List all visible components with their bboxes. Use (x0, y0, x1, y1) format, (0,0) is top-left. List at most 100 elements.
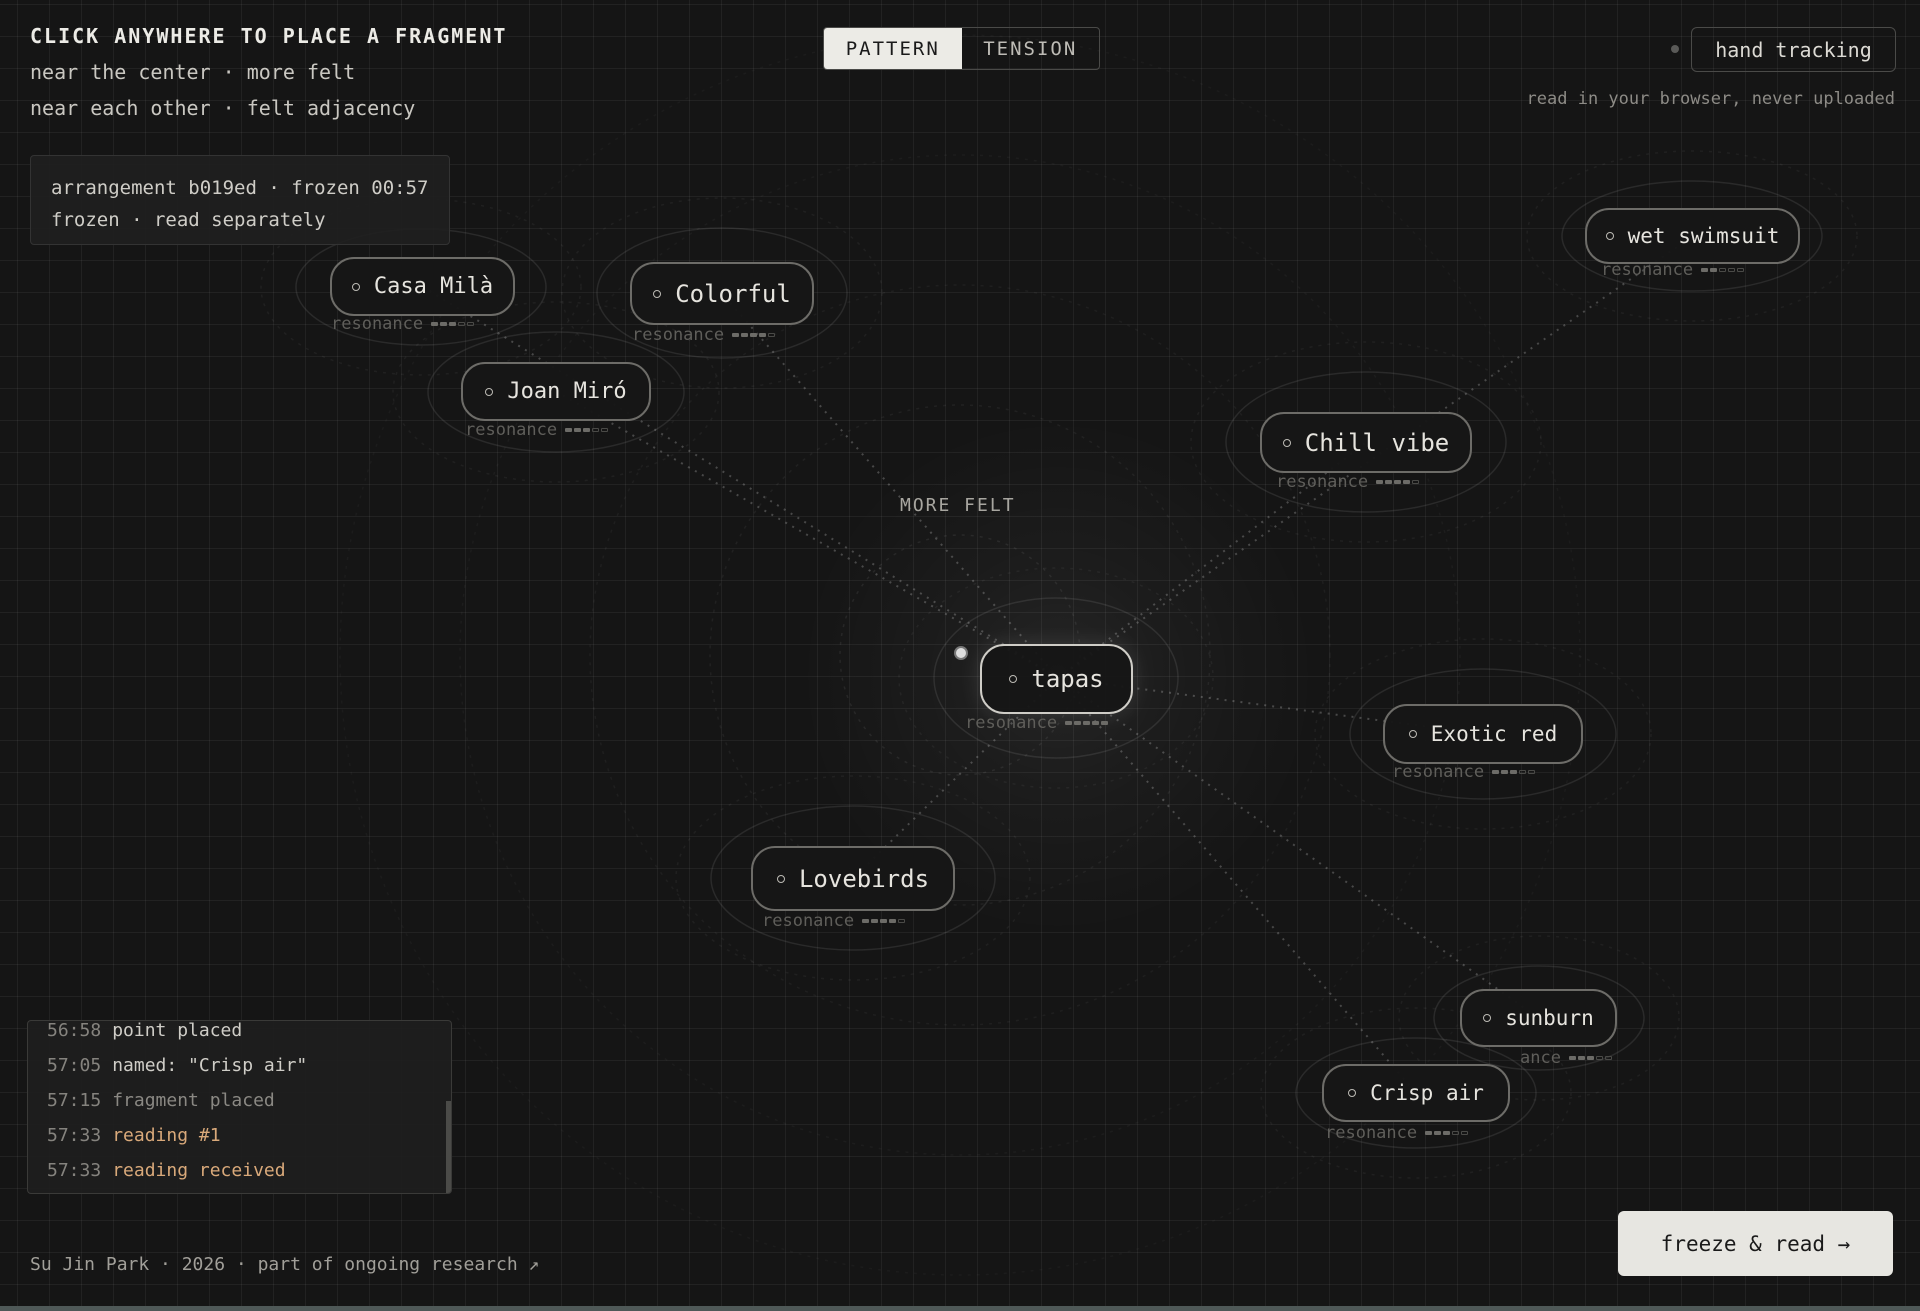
hand-tracking-button[interactable]: hand tracking (1691, 27, 1896, 72)
resonance-bar (880, 919, 888, 923)
resonance-bar (592, 428, 600, 432)
fragment-dot-icon (1483, 1014, 1492, 1022)
adjacency-line (555, 390, 1059, 679)
resonance-bars (862, 919, 906, 923)
resonance-bar (1065, 721, 1073, 725)
adjacency-line (721, 292, 1059, 679)
resonance-bar (1528, 770, 1536, 774)
fragment-label: Crisp air (1370, 1081, 1484, 1105)
resonance-meter: resonance (1601, 260, 1745, 280)
resonance-bars (565, 428, 609, 432)
fragment-dot-icon (1282, 438, 1291, 447)
resonance-label: resonance (1325, 1123, 1418, 1143)
fragment-dot-icon (653, 289, 662, 298)
fragment-chip[interactable]: Lovebirds (751, 846, 955, 911)
mode-pattern-button[interactable]: PATTERN (824, 28, 962, 69)
resonance-bar (574, 428, 582, 432)
fragment-label: Joan Miró (507, 379, 627, 404)
resonance-bar (1501, 770, 1509, 774)
center-axis-label: MORE FELT (900, 495, 1016, 516)
log-entry: 57:15 fragment placed (47, 1083, 307, 1118)
resonance-meter: resonance (1392, 762, 1536, 782)
resonance-bar (1452, 1131, 1460, 1135)
canvas-field[interactable]: CLICK ANYWHERE TO PLACE A FRAGMENT near … (0, 0, 1920, 1311)
resonance-bar (871, 919, 879, 923)
fragment-chip[interactable]: sunburn (1460, 989, 1617, 1047)
resonance-bars (1492, 770, 1536, 774)
resonance-bar (440, 322, 448, 326)
resonance-bar (1443, 1131, 1451, 1135)
mode-tension-button[interactable]: TENSION (962, 28, 1100, 69)
event-log-scrollbar[interactable] (446, 1101, 451, 1193)
resonance-bars (431, 322, 475, 326)
instructions-line-adjacency: near each other · felt adjacency (30, 96, 416, 120)
resonance-bar (889, 919, 897, 923)
resonance-bar (741, 333, 749, 337)
freeze-read-button[interactable]: freeze & read → (1618, 1211, 1893, 1276)
event-log[interactable]: 56:58 point placed 57:05 named: "Crisp air"… (27, 1020, 452, 1194)
privacy-note: read in your browser, never uploaded (1526, 89, 1895, 109)
fragment-dot-icon (485, 387, 494, 396)
resonance-bar (1434, 1131, 1442, 1135)
credit-link[interactable]: Su Jin Park · 2026 · part of ongoing res… (30, 1254, 539, 1275)
fragment-dot-icon (1408, 730, 1417, 738)
log-entry-time: 57:33 (47, 1160, 102, 1181)
adjacency-line (1057, 677, 1417, 1094)
log-entry: 57:05 named: "Crisp air" (47, 1048, 307, 1083)
resonance-label: resonance (1601, 260, 1694, 280)
log-entry: 57:33 reading #1 (47, 1118, 307, 1153)
arrangement-id: arrangement b019ed · frozen 00:57 (51, 177, 429, 199)
fragment-chip[interactable]: Casa Milà (330, 257, 515, 316)
adjacency-line (421, 285, 1059, 679)
event-log-rows: 56:58 point placed 57:05 named: "Crisp air"… (47, 1021, 307, 1188)
resonance-label: ance (1520, 1048, 1561, 1068)
resonance-bar (1101, 721, 1109, 725)
resonance-meter: resonance (331, 314, 475, 334)
resonance-bar (1728, 268, 1736, 272)
fragment-label: Chill vibe (1304, 428, 1450, 457)
fragment-label: Colorful (675, 279, 791, 308)
resonance-bars (1425, 1131, 1469, 1135)
fragment-label: Casa Milà (373, 274, 494, 299)
fragment-chip[interactable]: Chill vibe (1260, 412, 1472, 473)
resonance-meter: resonance (632, 325, 776, 345)
fragment-dot-icon (776, 874, 785, 883)
resonance-bar (1092, 721, 1100, 725)
resonance-bar (1403, 480, 1411, 484)
log-entry: 56:58 point placed (47, 1021, 307, 1048)
resonance-bar (898, 919, 906, 923)
instructions-line-center: near the center · more felt (30, 60, 356, 84)
resonance-bar (449, 322, 457, 326)
resonance-bars (1376, 480, 1420, 484)
resonance-bar (1412, 480, 1420, 484)
resonance-bar (1492, 770, 1500, 774)
fragment-chip[interactable]: Colorful (630, 262, 814, 325)
log-entry-message: fragment placed (112, 1090, 275, 1111)
fragment-chip[interactable]: Joan Miró (461, 362, 651, 421)
resonance-bars (1065, 721, 1109, 725)
resonance-bar (1737, 268, 1745, 272)
resonance-bar (1586, 1056, 1594, 1060)
resonance-bar (759, 333, 767, 337)
resonance-label: resonance (331, 314, 424, 334)
resonance-label: resonance (762, 911, 855, 931)
resonance-label: resonance (465, 420, 558, 440)
center-marker (954, 646, 968, 660)
resonance-meter: resonance (762, 911, 906, 931)
fragment-chip[interactable]: tapas (980, 644, 1133, 714)
fragment-chip[interactable]: Exotic red (1383, 704, 1583, 764)
resonance-label: resonance (965, 713, 1058, 733)
fragment-label: Lovebirds (798, 864, 930, 893)
resonance-meter: ance (1520, 1048, 1612, 1068)
resonance-bar (1577, 1056, 1585, 1060)
resonance-bar (1425, 1131, 1433, 1135)
resonance-bar (1461, 1131, 1469, 1135)
arrangement-info-card: arrangement b019ed · frozen 00:57 frozen… (30, 155, 450, 245)
arrangement-status: frozen · read separately (51, 209, 326, 231)
resonance-bar (1510, 770, 1518, 774)
resonance-label: resonance (1392, 762, 1485, 782)
bottom-edge (0, 1306, 1920, 1311)
fragment-dot-icon (351, 282, 360, 291)
fragment-chip[interactable]: wet swimsuit (1585, 208, 1800, 264)
fragment-chip[interactable]: Crisp air (1322, 1064, 1510, 1122)
